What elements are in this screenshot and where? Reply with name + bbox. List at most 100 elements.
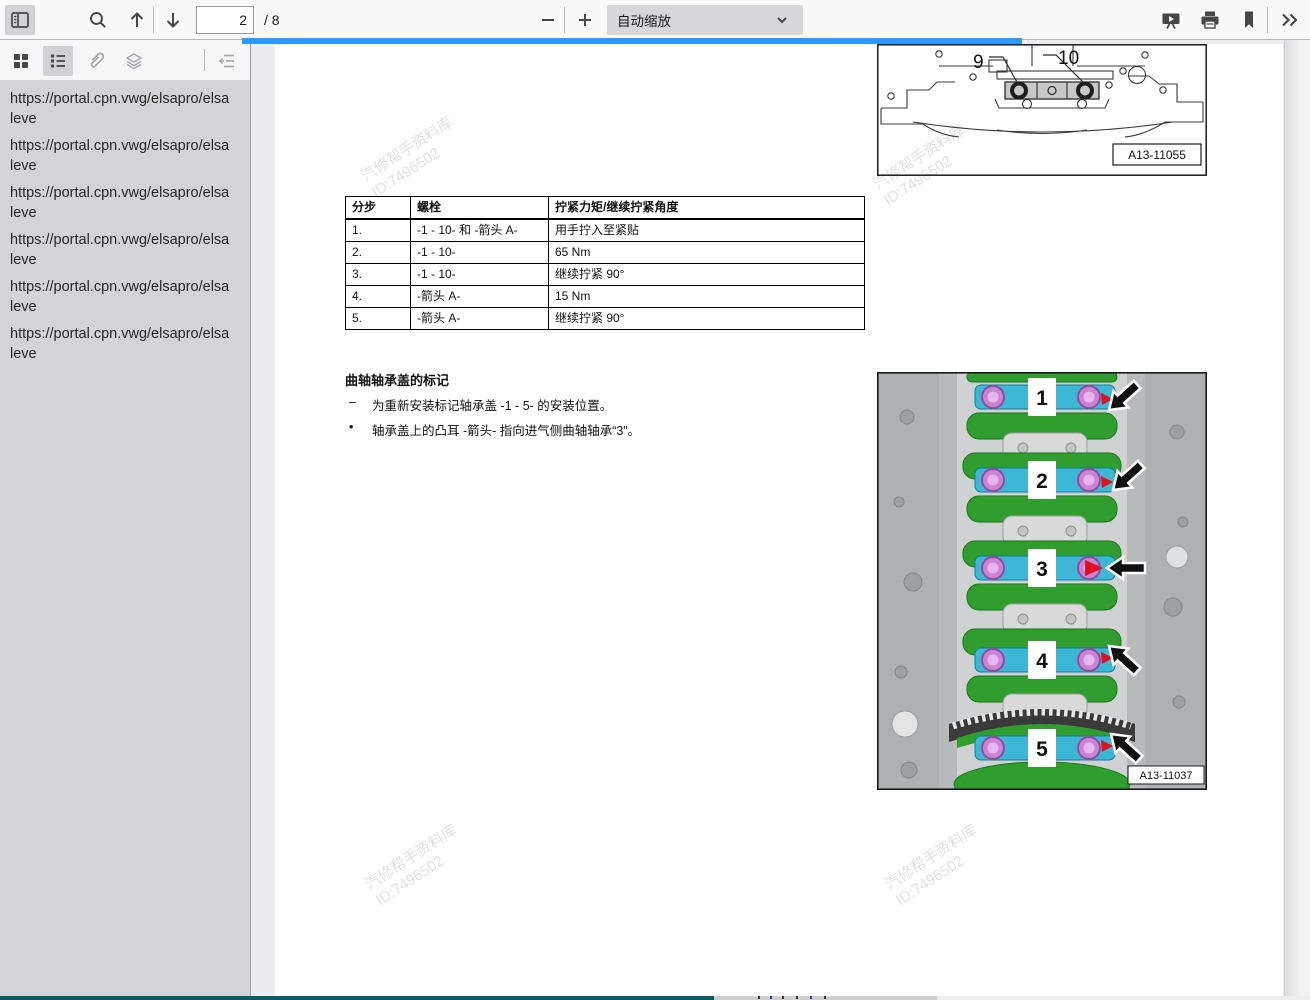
cell-torque: 15 Nm [549,286,864,307]
toolbar-separator [153,7,154,33]
layers-icon [124,51,144,71]
outline-view-button[interactable] [43,46,73,76]
outline-link[interactable]: https://portal.cpn.vwg/elsapro/elsa leve [10,184,246,223]
dash-marker: – [349,395,356,409]
zoom-select[interactable]: 自动缩放 [607,5,803,35]
outline-link[interactable]: https://portal.cpn.vwg/elsapro/elsa leve [10,90,246,129]
chevron-down-icon [775,13,789,27]
bookmark-button[interactable] [1234,5,1264,35]
cell-step: 4. [346,286,411,307]
toolbar-separator [1267,7,1268,33]
previous-page-button[interactable] [122,5,152,35]
col-header: 拧紧力矩/继续拧紧角度 [549,197,864,218]
presentation-mode-button[interactable] [1156,5,1186,35]
arrow-up-icon [127,10,147,30]
outline-link[interactable]: https://portal.cpn.vwg/elsapro/elsa leve [10,278,246,317]
current-outline-item-button[interactable] [212,46,242,76]
cell-torque: 65 Nm [549,242,864,263]
next-page-button[interactable] [158,5,188,35]
clipped-text-fragment [810,996,812,999]
cell-bolt: -1 - 10- [411,264,549,285]
col-header: 分步 [346,197,411,218]
clipped-text-fragment [796,996,798,999]
cap-label-5: 5 [1036,738,1048,761]
bottom-window-edge-light [937,996,1310,1000]
cell-bolt: -1 - 10- 和 -箭头 A- [411,220,549,241]
bullet-marker: • [349,420,353,434]
minus-icon [538,10,558,30]
pdf-toolbar: / 8 自动缩放 [0,0,1310,40]
col-header: 螺栓 [411,197,549,218]
bookmark-icon [1239,9,1259,31]
print-button[interactable] [1195,5,1225,35]
cell-step: 1. [346,220,411,241]
paperclip-icon [86,51,106,71]
outline-icon [48,51,68,71]
cell-bolt: -箭头 A- [411,308,549,329]
list-item-text: 为重新安装标记轴承盖 -1 - 5- 的安装位置。 [372,395,612,414]
clipped-text-fragment [770,996,772,999]
cell-bolt: -1 - 10- [411,242,549,263]
figure-bedplate-bolts: 9 10 A13-11055 [877,44,1207,176]
list-item-bullet: • [349,420,353,434]
cell-torque: 继续拧紧 90° [549,264,864,285]
cell-step: 3. [346,264,411,285]
figure-crankshaft-bearing-caps: 1 2 3 4 5 A13-11037 [877,372,1207,790]
cap-label-3: 3 [1036,558,1048,581]
find-button[interactable] [83,5,113,35]
figure-label-10: 10 [1058,48,1079,69]
loading-progress-bar [242,38,1022,44]
current-outline-item-icon [217,51,237,71]
list-item-dash: – [349,395,356,409]
layers-view-button[interactable] [119,46,149,76]
cell-torque: 用手拧入至紧贴 [549,220,864,241]
outline-link[interactable]: https://portal.cpn.vwg/elsapro/elsa leve [10,325,246,364]
zoom-select-label: 自动缩放 [617,10,671,30]
arrow-down-icon [163,10,183,30]
thumbnails-icon [11,51,31,71]
table-row: 5. -箭头 A- 继续拧紧 90° [346,308,864,329]
sidebar-resizer[interactable] [250,40,251,996]
thumbnails-view-button[interactable] [6,46,36,76]
figure-code: A13-11037 [1139,770,1192,782]
table-header-row: 分步 螺栓 拧紧力矩/继续拧紧角度 [346,197,864,220]
toolbar-separator [564,7,565,33]
clipped-text-fragment [782,996,784,999]
outline-panel: https://portal.cpn.vwg/elsapro/elsa leve… [0,80,250,996]
double-chevron-right-icon [1279,9,1301,31]
page-number-input[interactable] [196,6,254,34]
cap-label-1: 1 [1036,387,1048,410]
table-row: 3. -1 - 10- 继续拧紧 90° [346,264,864,286]
bottom-window-edge-teal [0,996,714,1000]
page-count-label: / 8 [264,12,280,28]
search-icon [88,10,108,30]
cell-torque: 继续拧紧 90° [549,308,864,329]
vertical-scrollbar[interactable] [1284,40,1310,996]
cap-label-4: 4 [1036,650,1048,673]
figure-label-9: 9 [973,52,984,73]
attachments-view-button[interactable] [81,46,111,76]
section-heading: 曲轴轴承盖的标记 [345,370,449,389]
clipped-text-fragment [758,996,760,999]
table-row: 4. -箭头 A- 15 Nm [346,286,864,308]
cell-bolt: -箭头 A- [411,286,549,307]
outline-link[interactable]: https://portal.cpn.vwg/elsapro/elsa leve [10,137,246,176]
cell-step: 5. [346,308,411,329]
list-item-text: 轴承盖上的凸耳 -箭头- 指向进气侧曲轴轴承“3”。 [372,420,640,439]
cap-label-2: 2 [1036,470,1048,493]
plus-icon [575,10,595,30]
sidebar-toggle-button[interactable] [5,5,35,35]
clipped-text-fragment [824,996,826,999]
zoom-out-button[interactable] [533,5,563,35]
sidebar-toggle-icon [10,10,30,30]
presentation-mode-icon [1160,9,1182,31]
sidebar-toolbar-separator [204,49,205,71]
cell-step: 2. [346,242,411,263]
figure-code: A13-11055 [1128,148,1186,162]
more-tools-button[interactable] [1275,5,1305,35]
zoom-in-button[interactable] [570,5,600,35]
print-icon [1199,9,1221,31]
outline-link[interactable]: https://portal.cpn.vwg/elsapro/elsa leve [10,231,246,270]
torque-table: 分步 螺栓 拧紧力矩/继续拧紧角度 1. -1 - 10- 和 -箭头 A- 用… [345,196,865,330]
table-row: 1. -1 - 10- 和 -箭头 A- 用手拧入至紧贴 [346,220,864,242]
